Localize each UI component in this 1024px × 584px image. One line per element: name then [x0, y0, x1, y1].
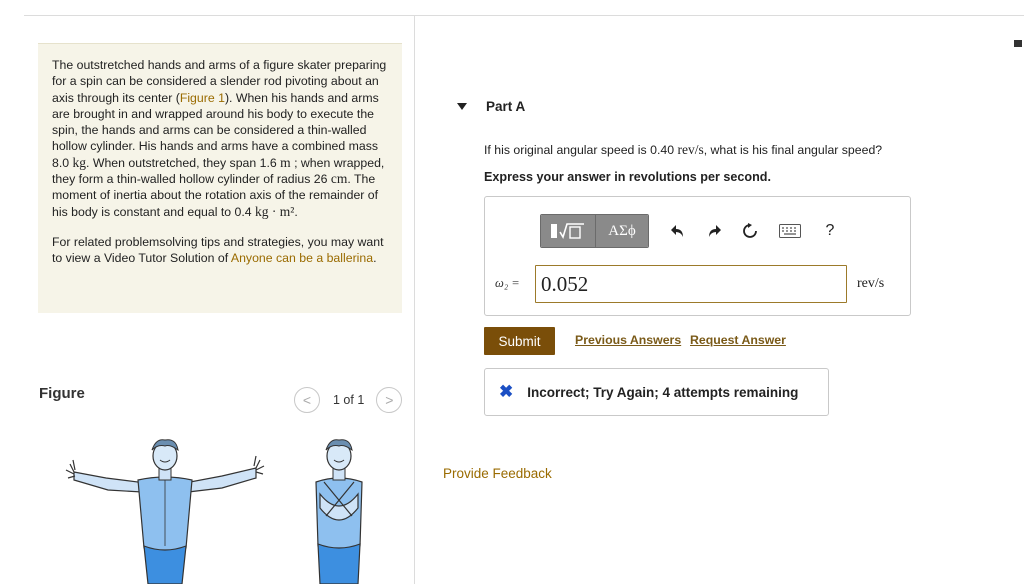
answer-unit: rev/s	[857, 276, 885, 291]
chevron-right-icon: >	[385, 392, 394, 408]
figure-heading: Figure	[39, 385, 85, 402]
question-text: If his original angular speed is 0.40 re…	[484, 142, 883, 157]
redo-button[interactable]	[703, 220, 725, 242]
math-toolbar: ΑΣϕ ?	[540, 214, 841, 248]
feedback-message: Incorrect; Try Again; 4 attempts remaini…	[527, 384, 799, 400]
reset-icon	[743, 223, 757, 238]
collapse-triangle-icon[interactable]	[457, 103, 467, 110]
provide-feedback-link[interactable]: Provide Feedback	[443, 466, 552, 481]
undo-icon	[671, 225, 683, 237]
symbols-button[interactable]: ΑΣϕ	[596, 215, 648, 247]
problem-statement: The outstretched hands and arms of a fig…	[38, 43, 402, 313]
reset-button[interactable]	[739, 220, 761, 242]
next-figure-button[interactable]: >	[376, 387, 403, 413]
part-title: Part A	[486, 99, 526, 114]
keyboard-button[interactable]	[777, 220, 803, 242]
figure-pager: < 1 of 1 >	[294, 387, 403, 413]
toolbar-template-group: ΑΣϕ	[540, 214, 649, 248]
problem-paragraph-2: For related problemsolving tips and stra…	[52, 234, 384, 266]
keyboard-icon	[779, 224, 801, 238]
previous-answers-link[interactable]: Previous Answers	[575, 333, 681, 347]
video-tutor-link[interactable]: Anyone can be a ballerina	[231, 251, 373, 265]
part-a-header[interactable]: Part A	[457, 99, 525, 114]
skater-arms-wrapped-image	[315, 439, 363, 584]
prev-figure-button[interactable]: <	[294, 387, 320, 413]
help-button[interactable]: ?	[819, 220, 841, 242]
figure-page-indicator: 1 of 1	[333, 393, 365, 407]
redo-icon	[709, 225, 721, 237]
answer-input-row: ω₂ = 0.052 rev/s	[495, 265, 900, 303]
answer-input[interactable]: 0.052	[535, 265, 847, 303]
request-answer-link[interactable]: Request Answer	[690, 333, 786, 347]
column-divider	[414, 16, 415, 584]
answer-instruction: Express your answer in revolutions per s…	[484, 170, 771, 184]
top-divider	[24, 15, 1024, 16]
corner-marker	[1014, 40, 1022, 47]
omega2-label: ω₂ =	[495, 276, 520, 290]
incorrect-x-icon: ✖	[499, 382, 514, 401]
undo-button[interactable]	[667, 220, 689, 242]
greek-symbols-label: ΑΣϕ	[608, 222, 636, 239]
feedback-box: ✖ Incorrect; Try Again; 4 attempts remai…	[484, 368, 829, 416]
chevron-left-icon: <	[302, 392, 312, 408]
submit-button[interactable]: Submit	[484, 327, 555, 355]
help-icon: ?	[825, 222, 835, 239]
answer-panel: ΑΣϕ ? ω₂ = 0.052 rev/s	[484, 196, 911, 316]
problem-paragraph-1: The outstretched hands and arms of a fig…	[52, 58, 387, 219]
figure-link[interactable]: Figure 1	[180, 91, 225, 105]
skater-arms-outstretched-image	[65, 439, 265, 584]
templates-button[interactable]	[541, 215, 596, 247]
templates-icon	[551, 223, 584, 239]
